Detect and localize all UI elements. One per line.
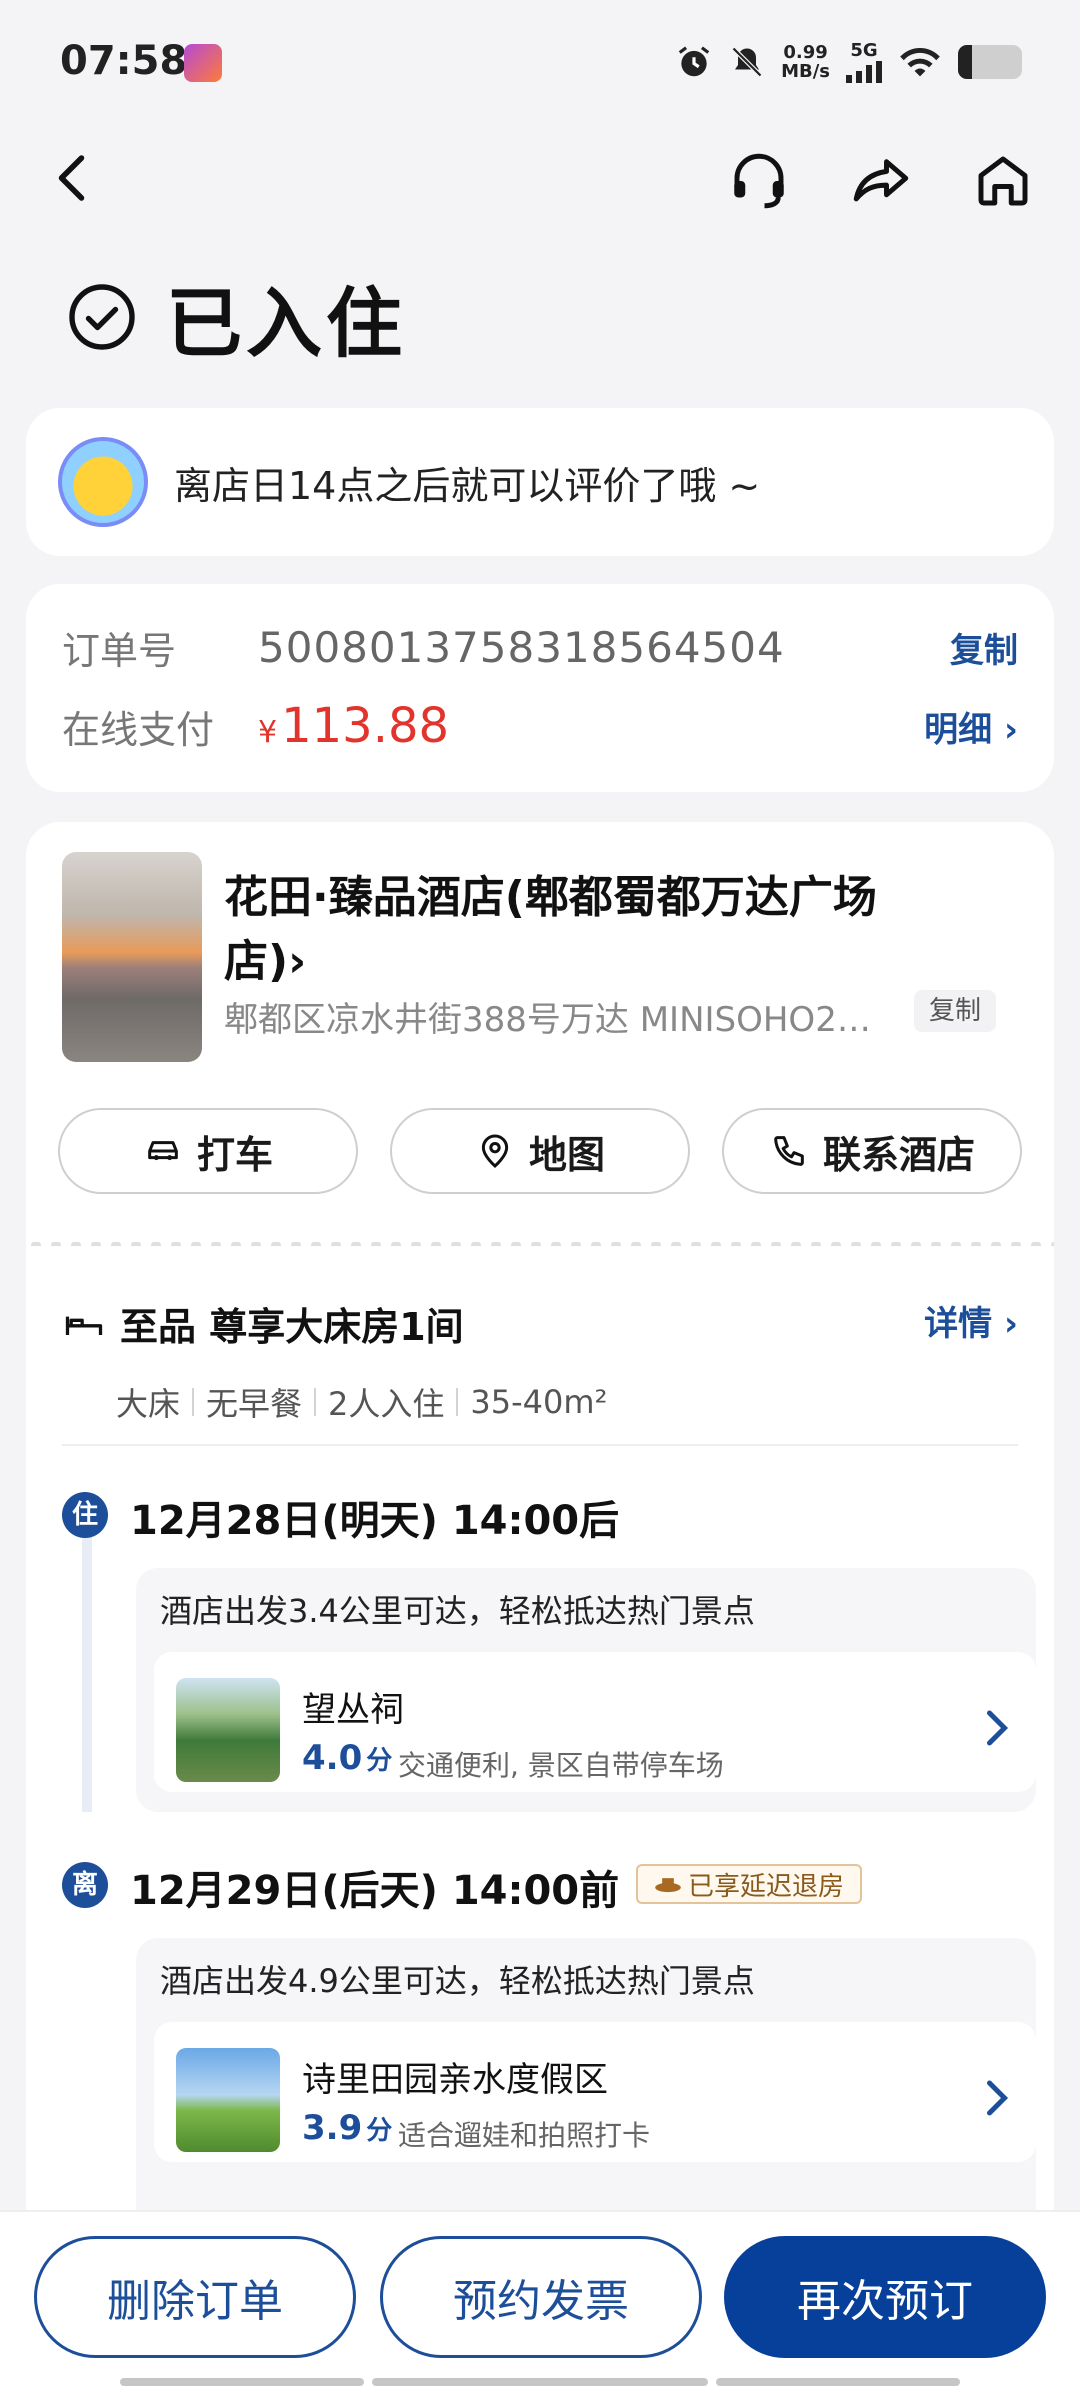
car-icon — [148, 1141, 178, 1161]
hotel-name[interactable]: 花田·臻品酒店(郫都蜀都万达广场店)› — [224, 866, 944, 994]
app-notification-icon — [184, 44, 222, 82]
customer-service-icon[interactable] — [726, 148, 792, 214]
attraction-score: 3.9 分 — [302, 2108, 393, 2148]
chevron-right-icon — [987, 2080, 1009, 2116]
status-bar: 07:58 0.99 MB/s 5G — [0, 0, 1080, 130]
attraction-item[interactable]: 望丛祠 4.0 分 交通便利, 景区自带停车场 — [154, 1652, 1036, 1792]
hotel-photo[interactable] — [62, 852, 202, 1062]
bed-icon — [65, 1316, 103, 1335]
room-detail-link[interactable]: 详情 › — [924, 1296, 1018, 1345]
status-icons: 0.99 MB/s 5G — [675, 40, 1022, 83]
attraction-desc: 交通便利, 景区自带停车场 — [398, 1749, 724, 1782]
gesture-bar — [372, 2378, 708, 2386]
network-type: 5G — [850, 40, 878, 61]
attraction-name: 诗里田园亲水度假区 — [302, 2060, 608, 2100]
status-text: 已入住 — [166, 279, 406, 368]
rebook-button[interactable]: 再次预订 — [724, 2236, 1046, 2358]
divider — [26, 1242, 1054, 1246]
review-tip-text: 离店日14点之后就可以评价了哦 ~ — [174, 463, 761, 508]
attraction-score: 4.0 分 — [302, 1738, 393, 1778]
hotel-address: 郫都区凉水井街388号万达 MINISOHO2… — [224, 1000, 871, 1040]
price-detail-link[interactable]: 明细 › — [924, 702, 1018, 751]
room-tag: 35-40m² — [470, 1383, 608, 1421]
status-time: 07:58 — [60, 38, 188, 84]
nearby-title: 酒店出发3.4公里可达，轻松抵达热门景点 — [160, 1592, 755, 1630]
room-tag: 无早餐 — [206, 1385, 303, 1423]
map-button[interactable]: 地图 — [390, 1108, 690, 1194]
hotel-actions: 打车 地图 联系酒店 — [58, 1108, 1022, 1194]
order-number-label: 订单号 — [62, 629, 177, 673]
attraction-desc: 适合遛娃和拍照打卡 — [398, 2119, 651, 2152]
timeline-line — [82, 1512, 92, 1812]
nav-bar — [0, 140, 1080, 220]
check-circle-icon — [69, 284, 135, 350]
battery-icon — [958, 44, 1022, 79]
gesture-bar — [716, 2378, 960, 2386]
net-speed: 0.99 MB/s — [781, 41, 830, 82]
invoice-button[interactable]: 预约发票 — [380, 2236, 702, 2358]
attraction-item[interactable]: 诗里田园亲水度假区 3.9 分 适合遛娃和拍照打卡 — [154, 2022, 1036, 2162]
divider — [62, 1444, 1018, 1446]
attraction-photo — [176, 2048, 280, 2152]
attraction-photo — [176, 1678, 280, 1782]
phone-icon — [774, 1136, 804, 1166]
checkin-date: 12月28日(明天) 14:00后 — [130, 1498, 620, 1544]
checkout-badge: 离 — [62, 1862, 108, 1908]
payment-amount: ¥113.88 — [258, 698, 450, 754]
nearby-title: 酒店出发4.9公里可达，轻松抵达热门景点 — [160, 1962, 755, 2000]
hotel-card: 花田·臻品酒店(郫都蜀都万达广场店)› 郫都区凉水井街388号万达 MINISO… — [26, 822, 1054, 2262]
bottom-action-bar: 删除订单 预约发票 再次预订 — [0, 2210, 1080, 2392]
copy-address-button[interactable]: 复制 — [914, 990, 996, 1032]
review-tip-card: 离店日14点之后就可以评价了哦 ~ — [26, 408, 1054, 556]
room-tag: 2人入住 — [328, 1385, 445, 1423]
order-number: 5008013758318564504 — [258, 623, 785, 672]
hat-icon — [655, 1878, 681, 1893]
payment-label: 在线支付 — [62, 707, 215, 752]
mascot-avatar — [58, 437, 148, 527]
chevron-right-icon — [987, 1710, 1009, 1746]
attraction-name: 望丛祠 — [302, 1690, 404, 1730]
home-icon[interactable] — [970, 148, 1036, 214]
back-icon[interactable] — [44, 148, 104, 208]
order-status-title: 已入住 — [66, 262, 406, 372]
room-title: 至品 尊享大床房1间 — [120, 1305, 464, 1349]
room-tag: 大床 — [116, 1385, 181, 1423]
room-tags: 大床 无早餐 2人入住 35-40m² — [116, 1379, 1018, 1425]
share-icon[interactable] — [848, 148, 914, 214]
contact-hotel-button[interactable]: 联系酒店 — [722, 1108, 1022, 1194]
copy-order-button[interactable]: 复制 — [950, 623, 1018, 672]
mute-bell-icon — [731, 46, 763, 77]
checkin-badge: 住 — [62, 1492, 108, 1538]
checkin-nearby-box: 酒店出发3.4公里可达，轻松抵达热门景点 望丛祠 4.0 分 交通便利, 景区自带… — [136, 1568, 1036, 1812]
signal-icon — [846, 61, 882, 83]
delete-order-button[interactable]: 删除订单 — [34, 2236, 356, 2358]
location-pin-icon — [481, 1134, 509, 1168]
order-info-card: 订单号 5008013758318564504 复制 在线支付 ¥113.88 … — [26, 584, 1054, 792]
late-checkout-badge: 已享延迟退房 — [636, 1864, 862, 1904]
gesture-bar — [120, 2378, 364, 2386]
room-info: 至品 尊享大床房1间 详情 › 大床 无早餐 2人入住 35-40m² — [62, 1296, 1018, 1425]
alarm-icon — [678, 45, 710, 76]
checkout-date: 12月29日(后天) 14:00前 — [130, 1868, 620, 1914]
wifi-icon — [900, 47, 940, 76]
taxi-button[interactable]: 打车 — [58, 1108, 358, 1194]
